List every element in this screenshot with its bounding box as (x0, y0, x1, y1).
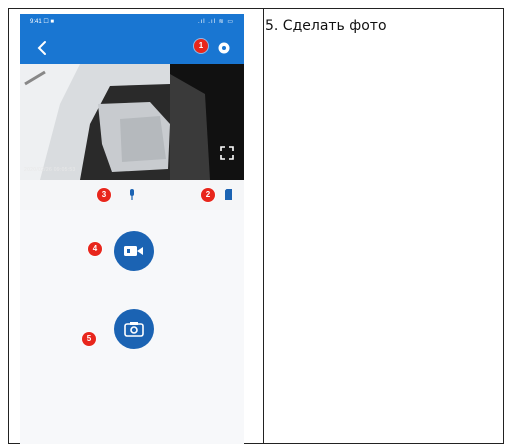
back-icon[interactable] (34, 39, 52, 57)
microphone-icon[interactable] (128, 189, 136, 201)
take-photo-button[interactable] (114, 309, 154, 349)
app-bar (20, 32, 244, 64)
settings-icon[interactable] (217, 41, 231, 55)
status-icons: .ıl .ıl ≋ ▭ (197, 19, 234, 25)
video-feed[interactable]: 2020/02/26 09:05:53 (20, 64, 244, 180)
column-divider (263, 9, 264, 443)
annotation-marker: 4 (88, 242, 102, 256)
annotation-marker: 2 (201, 188, 215, 202)
step-caption: 5. Сделать фото (265, 18, 387, 34)
video-camera-icon (124, 246, 143, 256)
record-video-button[interactable] (114, 231, 154, 271)
fullscreen-icon[interactable] (220, 146, 234, 160)
camera-icon (124, 322, 144, 337)
sd-card-icon[interactable] (225, 189, 232, 200)
status-time: 9:41 ☐ ■ (30, 19, 55, 25)
video-timestamp: 2020/02/26 09:05:53 (24, 167, 76, 173)
video-frame (20, 64, 244, 180)
phone-screenshot: 9:41 ☐ ■ .ıl .ıl ≋ ▭ 2020/02/26 09:05:53 (20, 14, 244, 444)
status-bar: 9:41 ☐ ■ .ıl .ıl ≋ ▭ (20, 14, 244, 32)
annotation-marker: 3 (97, 188, 111, 202)
annotation-marker: 5 (82, 332, 96, 346)
annotation-marker: 1 (194, 39, 208, 53)
